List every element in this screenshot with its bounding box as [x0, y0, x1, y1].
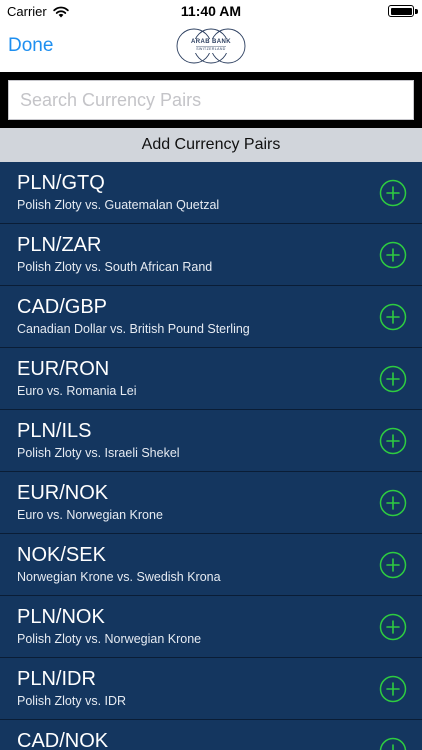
- plus-circle-icon[interactable]: [379, 303, 407, 331]
- search-bar: [0, 72, 422, 128]
- currency-pair-row[interactable]: EUR/RON Euro vs. Romania Lei: [0, 348, 422, 410]
- pair-description: Polish Zloty vs. South African Rand: [17, 260, 213, 274]
- currency-pair-list: PLN/GTQ Polish Zloty vs. Guatemalan Quet…: [0, 162, 422, 750]
- plus-circle-icon[interactable]: [379, 179, 407, 207]
- pair-description: Polish Zloty vs. Norwegian Krone: [17, 632, 202, 646]
- pair-code: PLN/IDR: [17, 668, 96, 690]
- section-header: Add Currency Pairs: [0, 128, 422, 162]
- nav-bar: Done ARAB BANK SWITZERLAND: [0, 22, 422, 72]
- battery-icon: [388, 5, 414, 17]
- status-bar: Carrier 11:40 AM: [0, 0, 422, 22]
- pair-description: Polish Zloty vs. IDR: [17, 694, 127, 708]
- done-button[interactable]: Done: [8, 35, 53, 57]
- pair-code: PLN/NOK: [17, 606, 105, 628]
- plus-circle-icon[interactable]: [379, 613, 407, 641]
- plus-circle-icon[interactable]: [379, 365, 407, 393]
- pair-description: Polish Zloty vs. Guatemalan Quetzal: [17, 198, 220, 212]
- pair-code: PLN/ILS: [17, 420, 92, 442]
- pair-code: EUR/NOK: [17, 482, 109, 504]
- pair-code: PLN/GTQ: [17, 172, 105, 194]
- currency-pair-row[interactable]: PLN/NOK Polish Zloty vs. Norwegian Krone: [0, 596, 422, 658]
- plus-circle-icon[interactable]: [379, 737, 407, 750]
- pair-code: EUR/RON: [17, 358, 110, 380]
- logo-name: ARAB BANK: [191, 39, 231, 45]
- logo-subtitle: SWITZERLAND: [196, 47, 226, 51]
- battery-cap: [415, 9, 418, 14]
- currency-pair-row[interactable]: PLN/GTQ Polish Zloty vs. Guatemalan Quet…: [0, 162, 422, 224]
- currency-pair-row[interactable]: CAD/GBP Canadian Dollar vs. British Poun…: [0, 286, 422, 348]
- plus-circle-icon[interactable]: [379, 675, 407, 703]
- pair-code: CAD/GBP: [17, 296, 108, 318]
- plus-circle-icon[interactable]: [379, 427, 407, 455]
- pair-description: Canadian Dollar vs. British Pound Sterli…: [17, 322, 250, 336]
- currency-pair-row[interactable]: PLN/IDR Polish Zloty vs. IDR: [0, 658, 422, 720]
- pair-code: NOK/SEK: [17, 544, 106, 566]
- currency-pairs-screen: Carrier 11:40 AM Done ARAB BANK SWITZERL…: [0, 0, 422, 750]
- currency-pair-row[interactable]: EUR/NOK Euro vs. Norwegian Krone: [0, 472, 422, 534]
- plus-circle-icon[interactable]: [379, 241, 407, 269]
- pair-description: Euro vs. Romania Lei: [17, 384, 137, 398]
- plus-circle-icon[interactable]: [379, 551, 407, 579]
- currency-pair-row[interactable]: PLN/ZAR Polish Zloty vs. South African R…: [0, 224, 422, 286]
- status-time: 11:40 AM: [180, 3, 242, 19]
- battery-level: [390, 7, 412, 15]
- currency-pair-row[interactable]: PLN/ILS Polish Zloty vs. Israeli Shekel: [0, 410, 422, 472]
- plus-circle-icon[interactable]: [379, 489, 407, 517]
- currency-pair-row[interactable]: NOK/SEK Norwegian Krone vs. Swedish Kron…: [0, 534, 422, 596]
- pair-description: Euro vs. Norwegian Krone: [17, 508, 163, 522]
- arab-bank-logo: ARAB BANK SWITZERLAND: [174, 26, 248, 66]
- pair-description: Norwegian Krone vs. Swedish Krona: [17, 570, 221, 584]
- pair-code: PLN/ZAR: [17, 234, 102, 256]
- pair-description: Polish Zloty vs. Israeli Shekel: [17, 446, 180, 460]
- pair-code: CAD/NOK: [17, 730, 109, 750]
- logo-rings-icon: [176, 28, 246, 64]
- search-input[interactable]: [8, 80, 414, 120]
- currency-pair-row[interactable]: CAD/NOK: [0, 720, 422, 750]
